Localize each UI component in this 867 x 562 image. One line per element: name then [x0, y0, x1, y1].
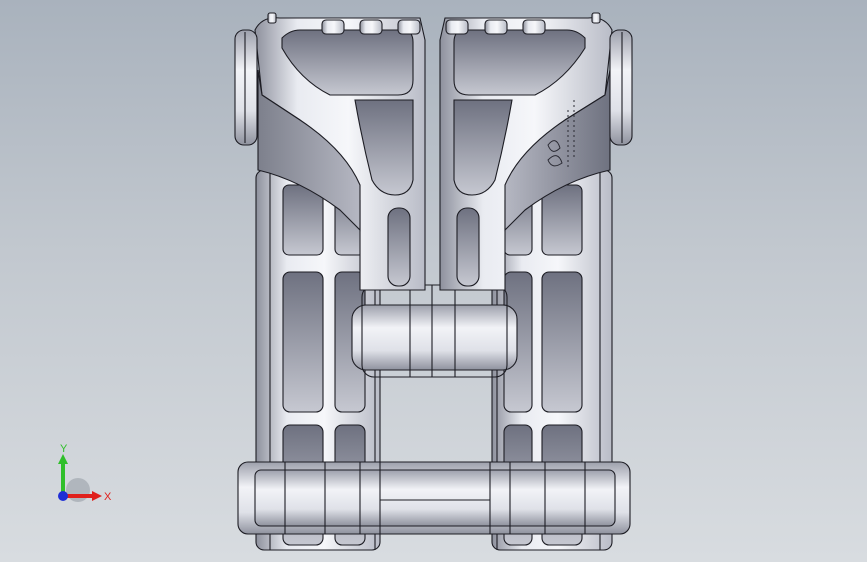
coordinate-triad: Y X — [58, 443, 112, 503]
x-axis-arrowhead — [92, 491, 102, 501]
triad-sphere-shadow — [66, 478, 90, 502]
y-axis-arrowhead — [58, 454, 68, 464]
x-axis-label: X — [104, 491, 112, 503]
z-axis-dot — [58, 491, 68, 501]
cad-model-view[interactable] — [0, 0, 867, 562]
bottom-pin[interactable] — [237, 461, 631, 535]
y-axis-label: Y — [60, 443, 68, 455]
graphics-viewport[interactable]: Y X — [0, 0, 867, 562]
